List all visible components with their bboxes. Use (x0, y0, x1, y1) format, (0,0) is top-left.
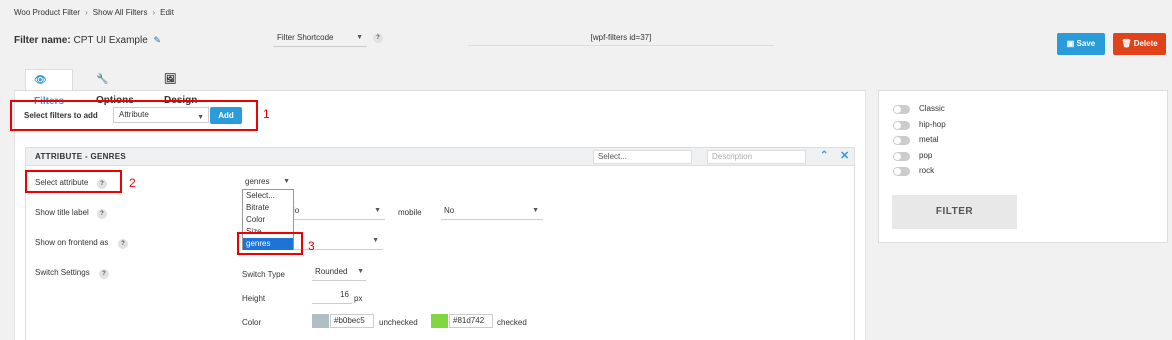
color-label: Color (242, 318, 262, 327)
tab-divider (14, 90, 866, 91)
switch-settings-label: Switch Settings (35, 268, 90, 277)
toggle-switch[interactable] (893, 121, 910, 130)
dropdown-option[interactable]: Bitrate (243, 202, 293, 214)
show-frontend-label: Show on frontend as (35, 238, 109, 247)
save-icon: ▣ (1066, 39, 1077, 48)
panel-title: ATTRIBUTE - GENRES (35, 152, 127, 161)
dropdown-option[interactable]: Color (243, 214, 293, 226)
preview-item: metal (919, 135, 939, 144)
mobile-label: mobile (398, 208, 422, 217)
tab-options[interactable]: 🔧Options (88, 69, 142, 106)
caret-down-icon: ▼ (356, 34, 363, 41)
filter-name-label: Filter name: (14, 35, 71, 46)
eye-icon: 👁 (34, 75, 47, 86)
breadcrumb-current: Edit (160, 8, 174, 17)
annotation-number: 3 (308, 239, 315, 253)
shortcode-field[interactable]: [wpf-filters id=37] (468, 33, 774, 46)
filter-name-value: CPT UI Example (73, 35, 148, 46)
image-icon: 🖼 (164, 74, 177, 85)
height-input[interactable]: 16 (312, 290, 352, 304)
pencil-icon[interactable]: ✎ (154, 35, 162, 45)
caret-down-icon: ▼ (374, 207, 381, 214)
help-icon[interactable]: ? (373, 33, 383, 43)
filter-type-value: Attribute (119, 110, 149, 119)
description-field[interactable]: Description (707, 150, 806, 164)
breadcrumb-link[interactable]: Woo Product Filter (14, 8, 80, 17)
unchecked-label: unchecked (379, 318, 418, 327)
caret-down-icon: ▼ (372, 237, 379, 244)
preview-item: rock (919, 166, 935, 175)
delete-label: Delete (1133, 39, 1158, 48)
shortcode-type-select[interactable]: Filter Shortcode ▼ (273, 33, 367, 47)
breadcrumb-link[interactable]: Show All Filters (93, 8, 148, 17)
wrench-icon: 🔧 (96, 74, 109, 85)
tab-filters[interactable]: 👁Filters (25, 69, 74, 107)
delete-button[interactable]: 🗑 Delete (1113, 33, 1166, 55)
dropdown-option[interactable]: Select... (243, 190, 293, 202)
filter-type-select[interactable]: Attribute ▼ (113, 107, 209, 123)
close-icon[interactable]: ✕ (840, 149, 849, 162)
toggle-switch[interactable] (893, 136, 910, 145)
attribute-select-value: genres (245, 177, 270, 186)
mobile-select-value: No (444, 206, 455, 215)
shortcode-type-value: Filter Shortcode (277, 33, 334, 42)
height-unit: px (354, 294, 363, 303)
switch-type-select[interactable]: Rounded ▼ (312, 267, 366, 281)
toggle-switch[interactable] (893, 152, 910, 161)
select-filters-label: Select filters to add (24, 111, 98, 120)
annotation-box-3 (237, 232, 303, 255)
preview-item: Classic (919, 104, 945, 113)
toggle-switch[interactable] (893, 167, 910, 176)
caret-down-icon: ▼ (532, 207, 539, 214)
unchecked-color-input[interactable]: #b0bec5 (330, 314, 374, 328)
breadcrumb: Woo Product Filter › Show All Filters › Edit (14, 8, 174, 17)
checked-color-input[interactable]: #81d742 (449, 314, 493, 328)
checked-label: checked (497, 318, 527, 327)
annotation-number: 1 (263, 107, 270, 121)
select-attribute-label: Select attribute (35, 178, 89, 187)
caret-down-icon: ▼ (357, 268, 364, 275)
panel-select-field[interactable]: Select... (593, 150, 692, 164)
help-icon[interactable]: ? (99, 269, 109, 279)
attribute-panel (25, 147, 855, 340)
tab-design[interactable]: 🖼Design (156, 69, 205, 106)
show-title-label: Show title label (35, 208, 89, 217)
chevron-right-icon: › (85, 8, 88, 17)
annotation-number: 2 (129, 176, 136, 190)
help-icon[interactable]: ? (97, 179, 107, 189)
height-label: Height (242, 294, 266, 303)
unchecked-color-swatch[interactable] (312, 314, 329, 328)
preview-item: hip-hop (919, 120, 946, 129)
preview-item: pop (919, 151, 933, 160)
add-filter-button[interactable]: Add (210, 107, 242, 124)
chevron-right-icon: › (152, 8, 156, 17)
filter-name: Filter name: CPT UI Example ✎ (14, 35, 161, 46)
filter-button[interactable]: FILTER (892, 195, 1017, 229)
checked-color-swatch[interactable] (431, 314, 448, 328)
save-button[interactable]: ▣ Save (1057, 33, 1105, 55)
mobile-select[interactable]: No ▼ (441, 206, 543, 220)
caret-down-icon: ▼ (283, 178, 290, 185)
save-label: Save (1076, 39, 1096, 48)
toggle-switch[interactable] (893, 105, 910, 114)
trash-icon: 🗑 (1121, 39, 1134, 48)
caret-down-icon: ▼ (197, 114, 204, 121)
chevron-up-icon[interactable]: ⌃ (820, 150, 828, 161)
switch-type-value: Rounded (315, 267, 348, 276)
switch-type-label: Switch Type (242, 270, 285, 279)
help-icon[interactable]: ? (118, 239, 128, 249)
help-icon[interactable]: ? (97, 209, 107, 219)
